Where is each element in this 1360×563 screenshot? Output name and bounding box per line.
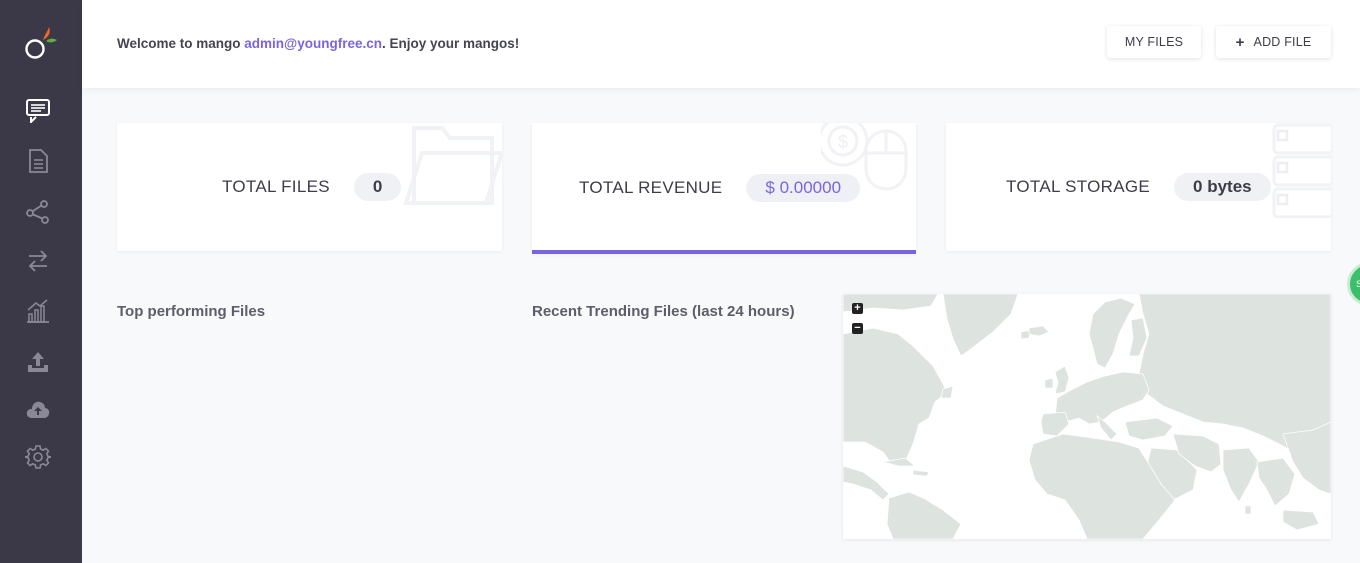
total-files-value: 0 bbox=[353, 173, 402, 201]
add-file-label: ADD FILE bbox=[1253, 35, 1312, 49]
plus-icon: + bbox=[1235, 33, 1245, 51]
user-email[interactable]: admin@youngfree.cn bbox=[244, 36, 382, 51]
total-revenue-value: $ 0.00000 bbox=[746, 174, 861, 202]
folder-icon bbox=[403, 126, 502, 205]
floating-action-label: S bbox=[1356, 279, 1360, 289]
total-revenue-row: TOTAL REVENUE $ 0.00000 bbox=[579, 174, 861, 202]
zoom-in-button[interactable]: + bbox=[852, 303, 863, 314]
welcome-suffix: . Enjoy your mangos! bbox=[381, 36, 520, 51]
chart-icon bbox=[27, 299, 49, 323]
my-files-label: MY FILES bbox=[1124, 35, 1184, 49]
upload-icon bbox=[28, 352, 48, 372]
cloud-upload-icon bbox=[26, 401, 50, 418]
total-storage-value: 0 bytes bbox=[1174, 173, 1271, 201]
total-files-label: TOTAL FILES bbox=[222, 177, 330, 196]
share-icon bbox=[26, 200, 49, 224]
sidebar-item-share[interactable] bbox=[21, 194, 55, 228]
sidebar-item-analytics[interactable] bbox=[21, 294, 55, 328]
sidebar-item-dashboard[interactable] bbox=[21, 93, 55, 127]
total-files-row: TOTAL FILES 0 bbox=[222, 173, 402, 201]
my-files-button[interactable]: MY FILES bbox=[1107, 26, 1201, 58]
top-header: Welcome to mango admin@youngfree.cn. Enj… bbox=[82, 0, 1360, 88]
sidebar-item-documents[interactable] bbox=[21, 144, 55, 178]
recent-trending-files-title: Recent Trending Files (last 24 hours) bbox=[532, 303, 795, 320]
sidebar-item-cloud-upload[interactable] bbox=[21, 393, 55, 427]
world-map-land bbox=[843, 294, 1331, 539]
total-revenue-label: TOTAL REVENUE bbox=[579, 178, 723, 197]
add-file-button[interactable]: + ADD FILE bbox=[1216, 26, 1331, 58]
transfer-icon bbox=[28, 250, 48, 272]
total-storage-card: TOTAL STORAGE 0 bytes bbox=[946, 123, 1331, 251]
total-storage-row: TOTAL STORAGE 0 bytes bbox=[1006, 173, 1271, 201]
total-files-card: TOTAL FILES 0 bbox=[117, 123, 502, 251]
total-revenue-card: $ TOTAL REVENUE $ 0.00000 bbox=[532, 123, 916, 254]
welcome-prefix: Welcome to mango bbox=[117, 36, 245, 51]
sidebar-item-upload[interactable] bbox=[21, 345, 55, 379]
welcome-message: Welcome to mango admin@youngfree.cn. Enj… bbox=[117, 36, 519, 51]
top-performing-files-title: Top performing Files bbox=[117, 303, 266, 320]
svg-text:$: $ bbox=[838, 132, 848, 152]
dashboard-icon bbox=[26, 99, 50, 123]
document-icon bbox=[29, 149, 48, 173]
floating-action-button[interactable]: S bbox=[1347, 262, 1360, 306]
sidebar bbox=[0, 0, 82, 563]
server-icon bbox=[1272, 123, 1331, 218]
world-map[interactable]: + − bbox=[843, 294, 1331, 539]
total-storage-label: TOTAL STORAGE bbox=[1006, 177, 1151, 196]
money-mouse-icon: $ bbox=[821, 123, 908, 191]
sidebar-item-settings[interactable] bbox=[21, 440, 55, 474]
sidebar-item-transfer[interactable] bbox=[21, 244, 55, 278]
zoom-out-button[interactable]: − bbox=[852, 323, 863, 334]
mango-logo[interactable] bbox=[20, 24, 60, 64]
gear-icon bbox=[25, 445, 51, 469]
